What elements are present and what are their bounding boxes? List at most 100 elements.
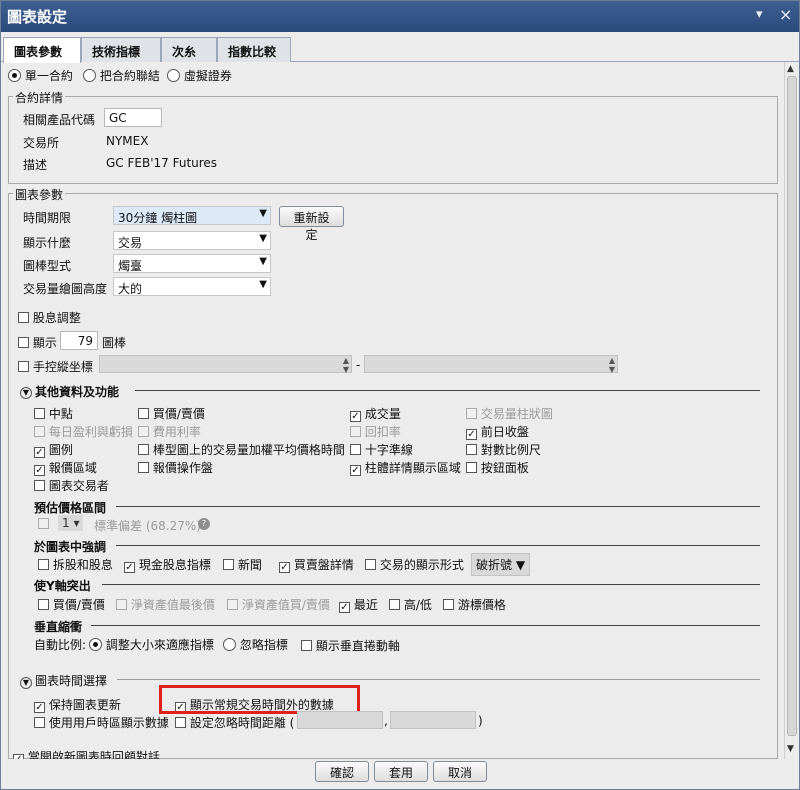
checkbox[interactable] <box>38 559 49 570</box>
other-item[interactable]: ✓ 圖例 <box>34 441 73 458</box>
radio-button[interactable] <box>223 638 236 651</box>
other-item[interactable]: 對數比例尺 <box>466 441 541 458</box>
checkbox[interactable] <box>389 599 400 610</box>
checkbox[interactable]: ✓ <box>339 602 350 613</box>
checkbox[interactable]: ✓ <box>34 702 45 713</box>
radio-ignore-indicators[interactable]: 忽略指標 <box>223 636 288 653</box>
checkbox[interactable]: ✓ <box>124 562 135 573</box>
checkbox[interactable] <box>34 480 45 491</box>
checkbox[interactable] <box>138 408 149 419</box>
other-item[interactable]: 棒型圖上的交易量加權平均價格時間 <box>138 441 345 458</box>
symbol-field[interactable]: GC <box>104 108 162 127</box>
show-bars-option[interactable]: 顯示 <box>18 334 57 351</box>
show-scrollbar-option[interactable]: 顯示垂直捲動軸 <box>301 637 400 654</box>
y-axis-item[interactable]: ✓ 最近 <box>339 596 378 613</box>
radio-fit-indicators[interactable]: 調整大小來適應指標 <box>89 636 214 653</box>
y-axis-item[interactable]: 游標價格 <box>443 596 506 613</box>
other-item[interactable]: ✓ 報價區域 <box>34 459 97 476</box>
checkbox-label: 設定忽略時間距離 ( <box>189 716 295 730</box>
bar-type-select[interactable]: 燭臺 ▼ <box>113 254 271 273</box>
reset-button[interactable]: 重新設定 <box>279 206 344 242</box>
other-item[interactable]: 按鈕面板 <box>466 459 529 476</box>
user-timezone-option[interactable]: 使用用戶時區顯示數據 <box>34 714 169 731</box>
volume-height-select[interactable]: 大的 ▼ <box>113 277 271 296</box>
apply-button[interactable]: 套用 <box>374 761 428 782</box>
checkbox[interactable] <box>365 559 376 570</box>
checkbox[interactable] <box>34 717 45 728</box>
checkbox[interactable] <box>350 444 361 455</box>
close-icon[interactable]: × <box>779 5 792 24</box>
checkbox[interactable] <box>18 312 29 323</box>
checkbox[interactable] <box>301 640 312 651</box>
checkbox[interactable]: ✓ <box>279 562 290 573</box>
other-item[interactable]: ✓ 柱體詳情顯示區域 <box>350 459 461 476</box>
radio-linked-contracts[interactable]: 把合約聯結 <box>83 67 160 84</box>
emphasize-item[interactable]: 新聞 <box>223 556 262 573</box>
y-axis-item[interactable]: 買價/賣價 <box>38 596 105 613</box>
checkbox[interactable] <box>138 462 149 473</box>
radio-button[interactable] <box>83 69 96 82</box>
checkbox[interactable] <box>466 444 477 455</box>
other-item[interactable]: ✓ 前日收盤 <box>466 423 529 440</box>
bars-count-field[interactable]: 79 <box>60 331 98 350</box>
other-item[interactable]: 十字準線 <box>350 441 413 458</box>
other-data-toggle[interactable]: ▼ <box>20 383 32 399</box>
display-form-select[interactable]: 破折號 ▼ <box>471 553 531 576</box>
period-select[interactable]: 30分鐘 燭柱圖 ▼ <box>113 206 271 225</box>
checkbox[interactable] <box>175 717 186 728</box>
tab-chart-params[interactable]: 圖表參數 <box>3 37 81 63</box>
show-what-select[interactable]: 交易 ▼ <box>113 231 271 250</box>
checkbox[interactable] <box>138 444 149 455</box>
chevron-down-icon[interactable]: ▼ <box>20 387 32 399</box>
y-axis-item[interactable]: 高/低 <box>389 596 432 613</box>
tab-index-compare[interactable]: 指數比較 <box>217 37 291 62</box>
ok-button[interactable]: 確認 <box>315 761 369 782</box>
ignore-time-from-field[interactable] <box>297 711 383 729</box>
emphasize-item[interactable]: ✓ 買賣盤詳情 <box>279 556 354 573</box>
menu-arrow-icon[interactable]: ▾ <box>756 7 763 22</box>
other-item[interactable]: 圖表交易者 <box>34 477 109 494</box>
time-selection-toggle[interactable]: ▼ <box>20 673 32 689</box>
checkbox[interactable] <box>466 462 477 473</box>
radio-button[interactable] <box>8 69 21 82</box>
radio-single-contract[interactable]: 單一合約 <box>8 67 73 84</box>
scroll-up-icon[interactable]: ▲ <box>787 64 794 74</box>
checkbox[interactable] <box>443 599 454 610</box>
chevron-down-icon[interactable]: ▼ <box>20 677 32 689</box>
checkbox[interactable] <box>18 337 29 348</box>
checkbox[interactable] <box>18 361 29 372</box>
emphasize-item[interactable]: 交易的顯示形式 <box>365 556 464 573</box>
vertical-scrollbar[interactable]: ▲ ▼ <box>784 62 798 759</box>
dividend-adjust-option[interactable]: 股息調整 <box>18 309 81 326</box>
other-item[interactable]: 買價/賣價 <box>138 405 205 422</box>
other-item[interactable]: 報價操作盤 <box>138 459 213 476</box>
tab-indicators[interactable]: 技術指標 <box>81 37 161 62</box>
ignore-time-to-field[interactable] <box>390 711 476 729</box>
other-item[interactable]: 中點 <box>34 405 73 422</box>
tab-subsystem[interactable]: 次糸 <box>161 37 217 62</box>
checkbox[interactable]: ✓ <box>350 465 361 476</box>
review-dialog-option[interactable]: ✓ 當開啟新圖表時回顧對話 <box>13 748 160 759</box>
axis-min-spinner[interactable]: ▲ ▼ <box>99 355 352 374</box>
scroll-down-icon[interactable]: ▼ <box>787 744 794 754</box>
checkbox[interactable]: ✓ <box>466 429 477 440</box>
radio-virtual-security[interactable]: 虛擬證券 <box>167 67 232 84</box>
ignore-time-option[interactable]: 設定忽略時間距離 ( <box>175 714 294 731</box>
checkbox[interactable]: ✓ <box>350 411 361 422</box>
axis-max-spinner[interactable]: ▲ ▼ <box>364 355 618 374</box>
checkbox[interactable]: ✓ <box>34 447 45 458</box>
cancel-button[interactable]: 取消 <box>433 761 487 782</box>
scrollbar-thumb[interactable] <box>787 76 797 736</box>
emphasize-item[interactable]: 拆股和股息 <box>38 556 113 573</box>
checkbox[interactable] <box>223 559 234 570</box>
checkbox[interactable] <box>38 599 49 610</box>
radio-button[interactable] <box>89 638 102 651</box>
emphasize-item[interactable]: ✓ 現金股息指標 <box>124 556 211 573</box>
checkbox[interactable]: ✓ <box>34 465 45 476</box>
radio-button[interactable] <box>167 69 180 82</box>
keep-update-option[interactable]: ✓ 保持圖表更新 <box>34 696 121 713</box>
manual-axis-option[interactable]: 手控縱坐標 <box>18 358 93 375</box>
checkbox[interactable] <box>34 408 45 419</box>
other-item[interactable]: ✓ 成交量 <box>350 405 401 422</box>
checkbox[interactable]: ✓ <box>13 754 24 759</box>
